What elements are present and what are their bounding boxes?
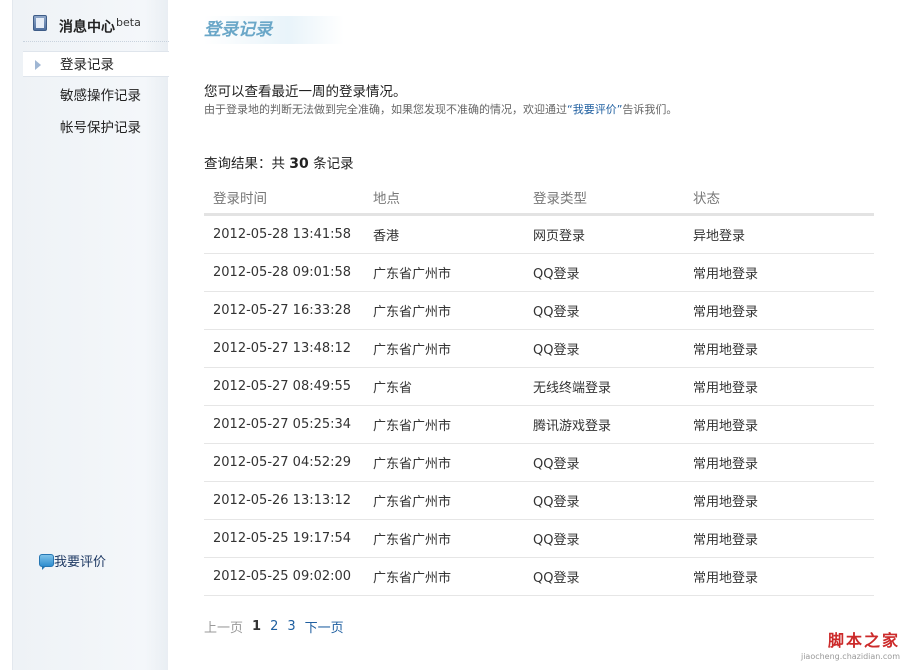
result-count: 30 (289, 156, 309, 172)
sidebar: 消息中心beta 登录记录 敏感操作记录 帐号保护记录 我要评价 (12, 0, 169, 670)
next-page-button[interactable]: 下一页 (305, 617, 344, 636)
status-cell: 异地登录 (693, 229, 746, 244)
table-row: 2012-05-25 09:02:00 广东省广州市 QQ登录 常用地登录 (204, 558, 874, 596)
header-status: 状态 (693, 190, 720, 207)
status-cell: 常用地登录 (693, 495, 759, 510)
login-time-cell: 2012-05-28 13:41:58 (213, 227, 352, 242)
feedback-link[interactable]: 我要评价 (39, 549, 106, 571)
login-type-cell: QQ登录 (533, 457, 580, 472)
sidebar-item-account-protection[interactable]: 帐号保护记录 (23, 115, 169, 141)
header-login-time: 登录时间 (213, 190, 267, 207)
login-type-cell: QQ登录 (533, 305, 580, 320)
login-type-cell: QQ登录 (533, 533, 580, 548)
location-cell: 广东省广州市 (373, 457, 452, 472)
table-row: 2012-05-27 04:52:29 广东省广州市 QQ登录 常用地登录 (204, 444, 874, 482)
beta-label: beta (116, 16, 141, 29)
page-1-current: 1 (252, 618, 262, 634)
sidebar-item-label: 敏感操作记录 (60, 88, 141, 104)
result-suffix: 条记录 (313, 156, 354, 172)
table-row: 2012-05-25 19:17:54 广东省广州市 QQ登录 常用地登录 (204, 520, 874, 558)
table-row: 2012-05-27 08:49:55 广东省 无线终端登录 常用地登录 (204, 368, 874, 406)
table-row: 2012-05-27 13:48:12 广东省广州市 QQ登录 常用地登录 (204, 330, 874, 368)
location-cell: 广东省广州市 (373, 495, 452, 510)
sidebar-item-sensitive-operations[interactable]: 敏感操作记录 (23, 83, 169, 109)
sidebar-divider (23, 41, 169, 42)
login-time-cell: 2012-05-28 09:01:58 (213, 265, 352, 280)
status-cell: 常用地登录 (693, 419, 759, 434)
watermark-url: jiaocheng.chazidian.com (800, 652, 900, 661)
login-time-cell: 2012-05-27 13:48:12 (213, 341, 352, 356)
table-row: 2012-05-28 09:01:58 广东省广州市 QQ登录 常用地登录 (204, 254, 874, 292)
page-title: 登录记录 (204, 16, 344, 44)
pagination: 上一页 1 2 3 下一页 (204, 616, 353, 636)
note-text-after: 告诉我们。 (622, 103, 678, 116)
sidebar-item-label: 登录记录 (60, 57, 114, 73)
sidebar-item-login-records[interactable]: 登录记录 (23, 51, 169, 77)
table-row: 2012-05-28 13:41:58 香港 网页登录 异地登录 (204, 216, 874, 254)
page-3-link[interactable]: 3 (287, 619, 295, 634)
header-location: 地点 (373, 190, 400, 207)
login-type-cell: QQ登录 (533, 571, 580, 586)
header-login-type: 登录类型 (533, 190, 587, 207)
table-header-row: 登录时间 地点 登录类型 状态 (204, 180, 874, 216)
login-type-cell: 腾讯游戏登录 (533, 419, 612, 434)
sidebar-header: 消息中心beta (33, 14, 141, 38)
login-time-cell: 2012-05-27 04:52:29 (213, 455, 352, 470)
login-time-cell: 2012-05-25 19:17:54 (213, 531, 352, 546)
location-cell: 广东省广州市 (373, 343, 452, 358)
message-center-icon (33, 15, 47, 31)
location-cell: 广东省广州市 (373, 267, 452, 282)
location-cell: 广东省广州市 (373, 305, 452, 320)
note-text-before: 由于登录地的判断无法做到完全准确，如果您发现不准确的情况，欢迎通过 (204, 103, 567, 116)
login-type-cell: QQ登录 (533, 267, 580, 282)
login-type-cell: QQ登录 (533, 343, 580, 358)
sidebar-title: 消息中心beta (59, 16, 141, 36)
feedback-inline-link[interactable]: “我要评价” (567, 103, 622, 116)
accuracy-note: 由于登录地的判断无法做到完全准确，如果您发现不准确的情况，欢迎通过“我要评价”告… (204, 101, 677, 117)
prev-page-button: 上一页 (204, 620, 244, 636)
location-cell: 广东省 (373, 381, 413, 396)
login-time-cell: 2012-05-25 09:02:00 (213, 569, 352, 584)
result-prefix: 查询结果：共 (204, 156, 285, 172)
location-cell: 香港 (373, 229, 400, 244)
table-row: 2012-05-26 13:13:12 广东省广州市 QQ登录 常用地登录 (204, 482, 874, 520)
location-cell: 广东省广州市 (373, 533, 452, 548)
sidebar-item-label: 帐号保护记录 (60, 120, 141, 136)
watermark-title: 脚本之家 (827, 631, 900, 650)
location-cell: 广东省广州市 (373, 419, 452, 434)
intro-text: 您可以查看最近一周的登录情况。 (204, 84, 407, 100)
table-row: 2012-05-27 16:33:28 广东省广州市 QQ登录 常用地登录 (204, 292, 874, 330)
status-cell: 常用地登录 (693, 381, 759, 396)
main-content: 登录记录 您可以查看最近一周的登录情况。 由于登录地的判断无法做到完全准确，如果… (204, 0, 884, 670)
query-result-summary: 查询结果：共 30 条记录 (204, 152, 354, 172)
login-time-cell: 2012-05-27 08:49:55 (213, 379, 352, 394)
login-time-cell: 2012-05-26 13:13:12 (213, 493, 352, 508)
status-cell: 常用地登录 (693, 533, 759, 548)
active-arrow-icon (35, 60, 41, 70)
feedback-label: 我要评价 (54, 554, 107, 570)
status-cell: 常用地登录 (693, 457, 759, 472)
table-row: 2012-05-27 05:25:34 广东省广州市 腾讯游戏登录 常用地登录 (204, 406, 874, 444)
status-cell: 常用地登录 (693, 571, 759, 586)
status-cell: 常用地登录 (693, 305, 759, 320)
page-2-link[interactable]: 2 (270, 619, 278, 634)
login-type-cell: 无线终端登录 (533, 381, 612, 396)
login-records-table: 登录时间 地点 登录类型 状态 2012-05-28 13:41:58 香港 网… (204, 180, 874, 596)
status-cell: 常用地登录 (693, 267, 759, 282)
login-time-cell: 2012-05-27 16:33:28 (213, 303, 352, 318)
login-type-cell: 网页登录 (533, 229, 586, 244)
login-type-cell: QQ登录 (533, 495, 580, 510)
site-watermark: 脚本之家 jiaocheng.chazidian.com (780, 627, 900, 661)
status-cell: 常用地登录 (693, 343, 759, 358)
login-time-cell: 2012-05-27 05:25:34 (213, 417, 352, 432)
chat-bubble-icon (39, 553, 54, 570)
location-cell: 广东省广州市 (373, 571, 452, 586)
